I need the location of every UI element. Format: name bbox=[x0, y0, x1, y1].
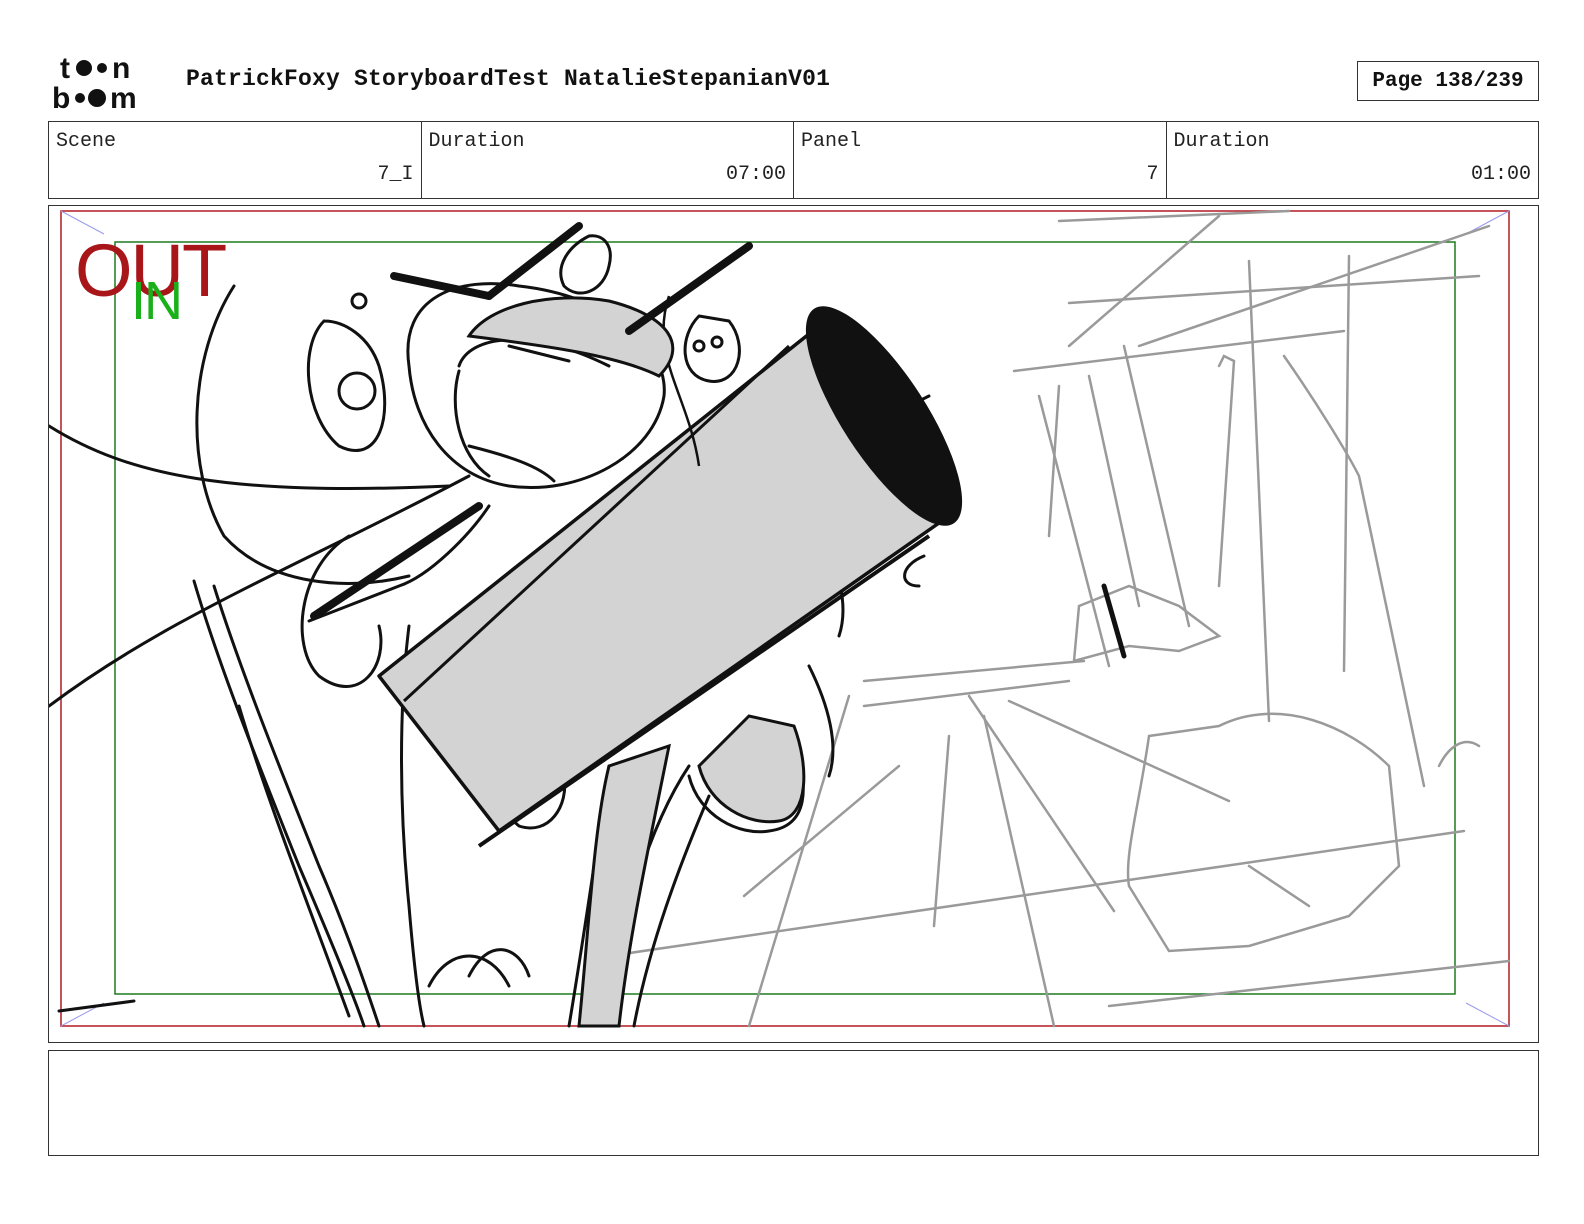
scene-cell: Scene 7_I bbox=[49, 122, 422, 198]
panel-duration-cell: Duration 01:00 bbox=[1167, 122, 1539, 198]
panel-duration-label: Duration bbox=[1173, 130, 1270, 153]
scene-value: 7_I bbox=[377, 163, 414, 186]
scene-label: Scene bbox=[56, 130, 117, 153]
scene-duration-cell: Duration 07:00 bbox=[422, 122, 794, 198]
svg-text:n: n bbox=[112, 52, 130, 85]
scene-info-table: Scene 7_I Duration 07:00 Panel 7 Duratio… bbox=[48, 121, 1539, 199]
tube-object bbox=[377, 295, 963, 848]
svg-text:m: m bbox=[110, 82, 137, 112]
scene-duration-value: 07:00 bbox=[725, 163, 786, 186]
svg-text:t: t bbox=[60, 52, 70, 85]
document-title: PatrickFoxy StoryboardTest NatalieStepan… bbox=[186, 66, 831, 92]
scene-duration-label: Duration bbox=[428, 130, 525, 153]
panel-cell: Panel 7 bbox=[794, 122, 1167, 198]
svg-text:b: b bbox=[52, 82, 70, 112]
toon-boom-logo-mark: t n b m bbox=[52, 52, 137, 112]
toon-boom-logo: t n b m bbox=[52, 52, 164, 112]
storyboard-panel: OUT IN bbox=[48, 205, 1539, 1043]
panel-sketch bbox=[49, 209, 1511, 1028]
page-indicator: Page 138/239 bbox=[1357, 61, 1539, 101]
panel-notes bbox=[48, 1050, 1539, 1156]
panel-duration-value: 01:00 bbox=[1470, 163, 1531, 186]
in-frame-label: IN bbox=[131, 271, 183, 331]
panel-label: Panel bbox=[801, 130, 862, 153]
panel-value: 7 bbox=[1146, 163, 1159, 186]
